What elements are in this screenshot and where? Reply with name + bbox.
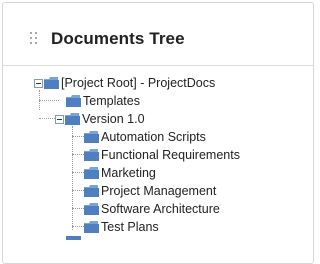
tree-node-version[interactable]: Version 1.0 bbox=[55, 110, 145, 128]
tree-connector bbox=[72, 190, 84, 191]
tree-node-partial bbox=[66, 236, 83, 240]
collapse-toggle-icon[interactable] bbox=[55, 114, 64, 124]
folder-icon bbox=[84, 221, 99, 233]
tree-node-test-plans[interactable]: Test Plans bbox=[84, 218, 159, 236]
collapse-toggle-icon[interactable] bbox=[34, 78, 43, 88]
tree-node-label: Software Architecture bbox=[101, 202, 220, 216]
folder-icon bbox=[65, 113, 80, 125]
folder-icon bbox=[44, 77, 59, 89]
tree-node-root[interactable]: [Project Root] - ProjectDocs bbox=[34, 74, 215, 92]
tree-node-label: Templates bbox=[83, 94, 140, 108]
tree-connector bbox=[72, 154, 84, 155]
folder-icon bbox=[66, 236, 81, 240]
tree-node-label: Automation Scripts bbox=[101, 130, 206, 144]
tree-connector bbox=[72, 208, 84, 209]
tree-node-automation-scripts[interactable]: Automation Scripts bbox=[84, 128, 206, 146]
tree-node-project-management[interactable]: Project Management bbox=[84, 182, 216, 200]
tree-connector bbox=[39, 100, 59, 101]
folder-icon bbox=[84, 167, 99, 179]
tree-connector bbox=[72, 136, 84, 137]
tree-connector bbox=[72, 226, 84, 227]
tree-node-label: [Project Root] - ProjectDocs bbox=[61, 76, 216, 90]
tree-node-marketing[interactable]: Marketing bbox=[84, 164, 156, 182]
tree-node-functional-requirements[interactable]: Functional Requirements bbox=[84, 146, 240, 164]
folder-icon bbox=[84, 131, 99, 143]
tree-node-software-architecture[interactable]: Software Architecture bbox=[84, 200, 220, 218]
tree-node-label: Test Plans bbox=[101, 220, 159, 234]
folder-icon bbox=[84, 203, 99, 215]
tree-node-templates[interactable]: Templates bbox=[66, 92, 140, 110]
folder-icon bbox=[66, 95, 81, 107]
tree-connector bbox=[39, 118, 55, 119]
tree-connector bbox=[72, 126, 73, 230]
folder-icon bbox=[84, 149, 99, 161]
folder-icon bbox=[84, 185, 99, 197]
tree-node-label: Version 1.0 bbox=[82, 112, 145, 126]
documents-tree: [Project Root] - ProjectDocs Templates V… bbox=[0, 0, 304, 240]
tree-node-label: Marketing bbox=[101, 166, 156, 180]
tree-node-label: Functional Requirements bbox=[101, 148, 240, 162]
tree-connector bbox=[72, 172, 84, 173]
tree-node-label: Project Management bbox=[101, 184, 217, 198]
